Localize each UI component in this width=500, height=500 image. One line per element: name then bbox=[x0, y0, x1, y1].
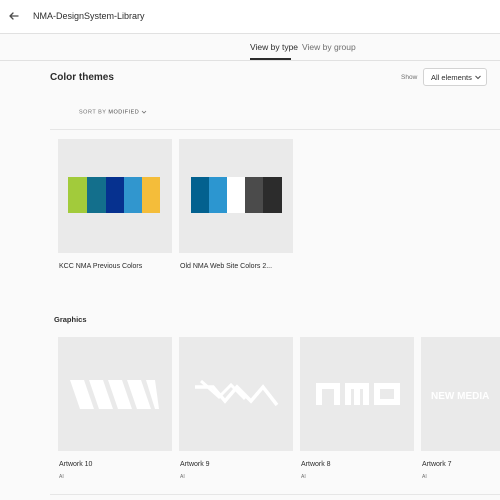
graphic-type: AI bbox=[180, 474, 185, 480]
artwork-8-thumbnail bbox=[316, 383, 400, 405]
color-swatch bbox=[124, 177, 142, 213]
graphic-card-artwork-10[interactable] bbox=[58, 337, 172, 451]
graphic-card-artwork-7[interactable]: NEW MEDIA bbox=[421, 337, 500, 451]
artwork-9-thumbnail bbox=[195, 379, 279, 407]
show-filter-dropdown[interactable]: All elements bbox=[423, 68, 487, 86]
color-swatch bbox=[245, 177, 263, 213]
tabs-divider bbox=[0, 60, 500, 61]
sort-button[interactable]: SORT BY MODIFIED bbox=[79, 109, 147, 115]
chevron-down-icon bbox=[142, 110, 147, 114]
graphic-name: Artwork 10 bbox=[59, 461, 93, 468]
chevron-down-icon bbox=[475, 75, 481, 80]
color-swatch bbox=[191, 177, 209, 213]
section-title-color-themes: Color themes bbox=[50, 72, 114, 83]
tab-view-by-type[interactable]: View by type bbox=[250, 42, 298, 52]
tab-view-by-group[interactable]: View by group bbox=[302, 42, 356, 52]
graphic-card-artwork-8[interactable] bbox=[300, 337, 414, 451]
show-filter-value: All elements bbox=[431, 73, 472, 82]
back-button[interactable] bbox=[6, 8, 22, 24]
graphic-name: Artwork 7 bbox=[422, 461, 452, 468]
section-title-graphics: Graphics bbox=[54, 315, 87, 324]
show-label: Show bbox=[401, 74, 418, 81]
app-header: NMA-DesignSystem-Library bbox=[0, 0, 500, 34]
color-swatch bbox=[87, 177, 106, 213]
color-swatch bbox=[106, 177, 124, 213]
color-swatch bbox=[209, 177, 227, 213]
sort-label: SORT BY bbox=[79, 109, 107, 116]
artwork-10-thumbnail bbox=[70, 380, 159, 409]
graphic-type: AI bbox=[422, 474, 427, 480]
arrow-left-icon bbox=[9, 12, 19, 20]
color-swatch bbox=[142, 177, 160, 213]
artwork-7-thumbnail: NEW MEDIA bbox=[431, 391, 489, 402]
graphic-name: Artwork 9 bbox=[180, 461, 210, 468]
library-title: NMA-DesignSystem-Library bbox=[33, 11, 145, 21]
color-theme-name: KCC NMA Previous Colors bbox=[59, 263, 143, 270]
graphic-type: AI bbox=[301, 474, 306, 480]
color-swatch bbox=[68, 177, 87, 213]
graphic-card-artwork-9[interactable] bbox=[179, 337, 293, 451]
graphic-name: Artwork 8 bbox=[301, 461, 331, 468]
sort-divider bbox=[50, 129, 500, 130]
graphic-type: AI bbox=[59, 474, 64, 480]
color-swatch bbox=[263, 177, 282, 213]
color-theme-name: Old NMA Web Site Colors 2... bbox=[180, 263, 273, 270]
section-divider bbox=[50, 494, 500, 495]
artwork-7-text: NEW MEDIA bbox=[431, 391, 489, 402]
color-swatch bbox=[227, 177, 245, 213]
sort-value: MODIFIED bbox=[108, 109, 140, 116]
